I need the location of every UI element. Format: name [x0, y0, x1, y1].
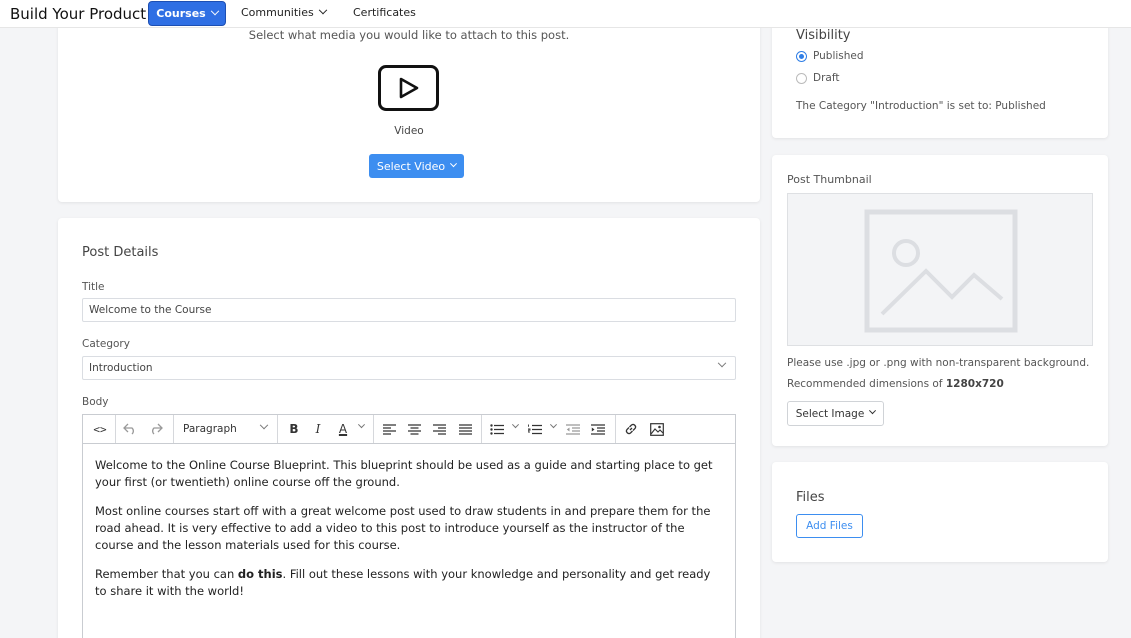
editor-content[interactable]: Welcome to the Online Course Blueprint. …: [95, 457, 725, 612]
align-justify-icon[interactable]: [457, 421, 473, 437]
editor-toolbar: <> Paragraph B I A: [83, 415, 735, 444]
add-files-button[interactable]: Add Files: [796, 514, 863, 538]
play-icon[interactable]: [378, 65, 439, 111]
select-video-button[interactable]: Select Video: [369, 154, 464, 178]
files-title: Files: [796, 490, 825, 505]
body-paragraph: Most online courses start off with a gre…: [95, 504, 711, 552]
nav-certificates-label: Certificates: [353, 6, 416, 19]
files-card: Files Add Files: [772, 462, 1108, 562]
body-text: Remember that you can: [95, 567, 238, 581]
category-label: Category: [82, 338, 130, 350]
numbered-list-icon[interactable]: [527, 421, 543, 437]
toolbar-divider: [277, 415, 278, 443]
category-value: Introduction: [89, 362, 153, 374]
select-image-label: Select Image: [795, 407, 865, 420]
body-paragraph: Remember that you can do this. Fill out …: [95, 566, 725, 600]
nav-certificates-link[interactable]: Certificates: [353, 6, 416, 19]
select-video-label: Select Video: [376, 159, 446, 173]
indent-icon[interactable]: [590, 421, 606, 437]
toolbar-divider: [481, 415, 482, 443]
chevron-down-icon: [549, 421, 558, 429]
thumbnail-dimensions: Recommended dimensions of 1280x720: [787, 378, 1004, 390]
radio-draft[interactable]: Draft: [796, 72, 839, 84]
nav-communities-label: Communities: [241, 6, 314, 19]
chevron-down-icon: [357, 421, 366, 429]
chevron-down-icon: [259, 420, 269, 430]
media-card: Select what media you would like to atta…: [58, 20, 760, 202]
post-details-card: Post Details Title Welcome to the Course…: [58, 218, 760, 638]
chevron-down-icon: [869, 407, 877, 415]
post-details-title: Post Details: [82, 245, 159, 260]
nav-communities-dropdown[interactable]: Communities: [241, 5, 327, 19]
redo-icon[interactable]: [147, 421, 165, 437]
align-left-icon[interactable]: [381, 421, 397, 437]
radio-label: Published: [813, 50, 864, 62]
rich-text-editor: <> Paragraph B I A Welcome to the Online…: [82, 414, 736, 638]
top-navbar: Build Your Product Courses Communities C…: [0, 0, 1131, 28]
toolbar-divider: [115, 415, 116, 443]
chevron-down-icon: [717, 358, 727, 368]
chevron-down-icon: [210, 6, 219, 15]
toolbar-divider: [373, 415, 374, 443]
thumbnail-title: Post Thumbnail: [787, 173, 872, 186]
title-label: Title: [82, 281, 105, 293]
dimensions-prefix: Recommended dimensions of: [787, 378, 946, 390]
media-type-label: Video: [394, 125, 424, 137]
paragraph-format-select[interactable]: Paragraph: [183, 423, 237, 435]
undo-icon[interactable]: [121, 421, 139, 437]
radio-label: Draft: [813, 72, 840, 84]
image-icon[interactable]: [649, 421, 665, 437]
brand-title[interactable]: Build Your Product: [10, 5, 146, 23]
radio-button-checked[interactable]: [796, 50, 807, 62]
thumbnail-hint: Please use .jpg or .png with non-transpa…: [787, 357, 1090, 369]
bullet-list-icon[interactable]: [489, 421, 505, 437]
dimensions-value: 1280x720: [945, 378, 1004, 390]
media-prompt: Select what media you would like to atta…: [248, 28, 570, 42]
body-bold-text: do this: [237, 567, 283, 581]
thumbnail-card: Post Thumbnail Please use .jpg or .png w…: [772, 155, 1108, 446]
visibility-card: Visibility Published Draft The Category …: [772, 20, 1108, 138]
chevron-down-icon: [511, 421, 520, 429]
visibility-title: Visibility: [796, 28, 851, 43]
toolbar-divider: [173, 415, 174, 443]
align-right-icon[interactable]: [431, 421, 447, 437]
chevron-down-icon: [318, 5, 327, 14]
bold-icon[interactable]: B: [285, 421, 303, 437]
toolbar-divider: [615, 415, 616, 443]
nav-courses-dropdown[interactable]: Courses: [148, 1, 226, 26]
chevron-down-icon: [450, 159, 458, 167]
body-label: Body: [82, 396, 109, 408]
category-select[interactable]: Introduction: [82, 356, 736, 380]
select-image-button[interactable]: Select Image: [787, 401, 884, 426]
radio-published[interactable]: Published: [796, 50, 864, 62]
title-input[interactable]: Welcome to the Course: [82, 298, 736, 322]
visibility-status: The Category "Introduction" is set to: P…: [796, 100, 1046, 112]
font-color-icon[interactable]: A: [335, 421, 351, 437]
link-icon[interactable]: [623, 421, 639, 437]
body-paragraph: Welcome to the Online Course Blueprint. …: [95, 458, 713, 489]
code-view-icon[interactable]: <>: [91, 421, 109, 437]
italic-icon[interactable]: I: [309, 421, 327, 437]
align-center-icon[interactable]: [406, 421, 422, 437]
nav-courses-label: Courses: [156, 7, 206, 20]
image-placeholder-icon: [864, 209, 1018, 333]
thumbnail-placeholder[interactable]: [787, 193, 1093, 346]
outdent-icon[interactable]: [565, 421, 581, 437]
radio-button[interactable]: [796, 72, 807, 84]
